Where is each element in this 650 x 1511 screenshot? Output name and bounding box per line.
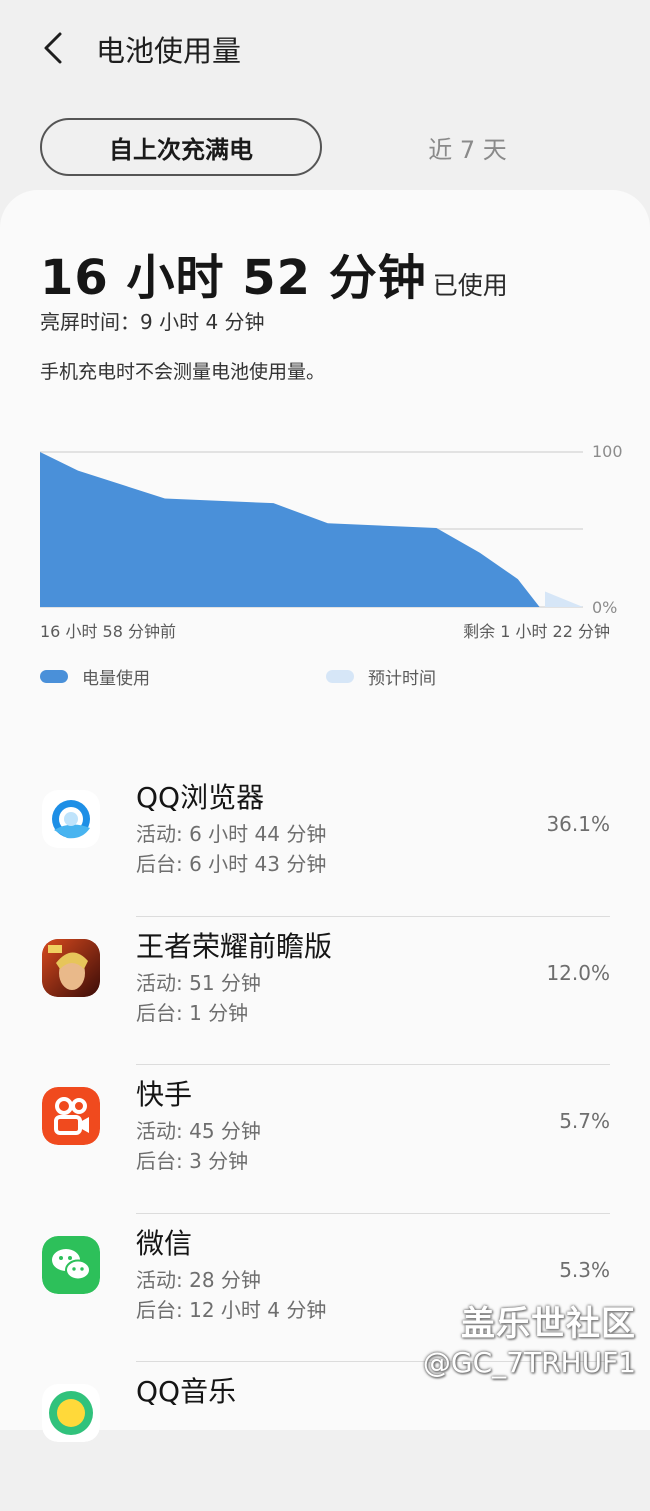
usage-time: 16 小时 52 分钟	[40, 250, 427, 306]
y-tick-100: 100	[592, 442, 623, 461]
legend-used: 电量使用	[40, 664, 150, 689]
app-row-honor-of-kings[interactable]: 王者荣耀前瞻版 活动: 51 分钟 后台: 1 分钟 12.0%	[0, 917, 650, 1065]
honor-of-kings-icon	[42, 938, 100, 997]
page-title: 电池使用量	[96, 34, 242, 68]
tab-last-7-days[interactable]: 近 7 天	[330, 118, 605, 176]
tab-since-full-charge[interactable]: 自上次充满电	[40, 118, 322, 176]
usage-summary: 16 小时 52 分钟 已使用	[40, 238, 508, 308]
x-label-end: 剩余 1 小时 22 分钟	[463, 622, 610, 641]
usage-suffix: 已使用	[432, 271, 508, 300]
app-list: QQ浏览器 活动: 6 小时 44 分钟 后台: 6 小时 43 分钟 36.1…	[0, 768, 650, 1511]
app-name: 微信	[136, 1226, 193, 1260]
app-active-time: 活动: 45 分钟	[136, 1119, 261, 1143]
legend-estimate-swatch	[326, 670, 354, 683]
watermark-user: @GC_7TRHUF1	[422, 1346, 636, 1379]
app-active-time: 活动: 28 分钟	[136, 1267, 261, 1292]
wechat-icon	[42, 1235, 100, 1294]
charging-note: 手机充电时不会测量电池使用量。	[40, 361, 326, 383]
kuaishou-icon	[42, 1087, 100, 1145]
app-row-qq-music[interactable]: QQ音乐	[0, 1362, 650, 1511]
legend-estimate-label: 预计时间	[368, 669, 436, 689]
legend-estimate: 预计时间	[326, 664, 436, 689]
app-name: QQ音乐	[136, 1375, 237, 1408]
app-row-kuaishou[interactable]: 快手 活动: 45 分钟 后台: 3 分钟 5.7%	[0, 1065, 650, 1214]
app-name: 王者荣耀前瞻版	[136, 929, 333, 963]
app-background-time: 后台: 3 分钟	[136, 1149, 249, 1173]
app-name: 快手	[136, 1078, 193, 1111]
app-percent: 5.7%	[559, 1109, 610, 1133]
battery-chart-svg: 100 0%	[40, 442, 623, 615]
series-area-estimate	[544, 591, 583, 607]
legend-used-label: 电量使用	[82, 669, 150, 689]
header: 电池使用量	[0, 0, 650, 100]
app-active-time: 活动: 51 分钟	[136, 970, 261, 995]
chevron-left-icon	[44, 32, 62, 64]
battery-card: 16 小时 52 分钟 已使用 亮屏时间：9 小时 4 分钟 手机充电时不会测量电…	[0, 190, 650, 1442]
screen-on-time: 亮屏时间：9 小时 4 分钟	[40, 310, 265, 334]
x-label-start: 16 小时 58 分钟前	[40, 622, 176, 641]
back-button[interactable]	[32, 24, 76, 72]
legend-used-swatch	[40, 670, 68, 683]
watermark-site: 盖乐世社区	[461, 1304, 636, 1344]
app-name: QQ浏览器	[136, 781, 265, 814]
period-tabs: 自上次充满电 近 7 天	[0, 118, 650, 180]
app-background-time: 后台: 1 分钟	[136, 1000, 249, 1025]
app-percent: 36.1%	[546, 812, 610, 836]
app-row-qq-browser[interactable]: QQ浏览器 活动: 6 小时 44 分钟 后台: 6 小时 43 分钟 36.1…	[0, 768, 650, 917]
app-percent: 12.0%	[546, 960, 610, 985]
battery-chart: 100 0% 16 小时 58 分钟前 剩余 1 小时 22 分钟	[0, 435, 650, 645]
qq-browser-icon	[42, 790, 100, 848]
qq-music-icon	[42, 1384, 100, 1442]
y-tick-0: 0%	[592, 598, 617, 615]
app-active-time: 活动: 6 小时 44 分钟	[136, 822, 327, 846]
app-percent: 5.3%	[559, 1257, 610, 1282]
app-background-time: 后台: 12 小时 4 分钟	[136, 1297, 327, 1322]
app-background-time: 后台: 6 小时 43 分钟	[136, 852, 327, 876]
